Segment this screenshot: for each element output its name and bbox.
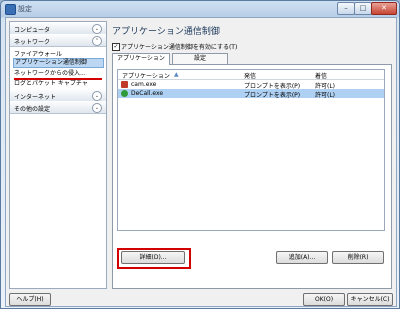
table-row[interactable]: DeCall.exe プロンプトを表示(P) 許可(L) <box>118 89 384 99</box>
maximize-button[interactable]: □ <box>354 2 372 15</box>
column-header-application[interactable]: アプリケーション <box>122 71 170 80</box>
add-button[interactable]: 追加(A)... <box>276 251 328 264</box>
page-title: アプリケーション通信制御 <box>112 27 220 37</box>
settings-window: 設定 – □ ✕ コンピュータ ⌄ ネットワーク ⌃ ファイアウォール アプリケ… <box>0 0 400 309</box>
chevron-up-icon[interactable]: ⌃ <box>92 36 102 46</box>
sidebar-category-label: ネットワーク <box>14 39 51 46</box>
application-list[interactable]: アプリケーション ▲ 発信 着信 cam.exe プロンプトを表示(P) 許可(… <box>117 69 385 231</box>
table-row[interactable]: cam.exe プロンプトを表示(P) 許可(L) <box>118 80 384 90</box>
chevron-down-icon[interactable]: ⌄ <box>92 91 102 101</box>
sort-arrow-icon: ▲ <box>174 71 179 78</box>
main-panel: アプリケーション通信制御 ✓ アプリケーション通信制御を有効にする(T) アプリ… <box>110 21 392 289</box>
chevron-down-icon[interactable]: ⌄ <box>92 24 102 34</box>
chevron-down-icon[interactable]: ⌄ <box>92 103 102 113</box>
tab-panel: アプリケーション ▲ 発信 着信 cam.exe プロンプトを表示(P) 許可(… <box>112 64 392 289</box>
minimize-icon: – <box>344 4 348 12</box>
title-bar: 設定 – □ ✕ <box>1 1 399 16</box>
sidebar-item-log-capture[interactable]: ログとパケット キャプチャ <box>14 78 88 87</box>
cancel-button[interactable]: キャンセル(C) <box>347 293 393 306</box>
dialog-client: コンピュータ ⌄ ネットワーク ⌃ ファイアウォール アプリケーション通信制御 … <box>5 17 397 307</box>
close-icon: ✕ <box>381 4 387 12</box>
minimize-button[interactable]: – <box>337 2 355 15</box>
tab-settings[interactable]: 設定 <box>172 53 228 64</box>
sidebar-category-other[interactable]: その他の設定 ⌄ <box>10 101 106 114</box>
maximize-icon: □ <box>359 4 367 12</box>
list-header: アプリケーション ▲ 発信 着信 <box>118 70 384 80</box>
sidebar-item-firewall[interactable]: ファイアウォール <box>14 49 62 58</box>
tab-applications[interactable]: アプリケーション <box>112 53 170 65</box>
row-outbound[interactable]: プロンプトを表示(P) <box>244 90 300 99</box>
window-title: 設定 <box>18 5 32 13</box>
sidebar-item-app-control[interactable]: アプリケーション通信制御 <box>13 58 104 68</box>
column-header-outbound[interactable]: 発信 <box>244 71 256 80</box>
help-button[interactable]: ヘルプ(H) <box>9 293 51 306</box>
enable-app-control-checkbox[interactable]: ✓ <box>112 43 120 51</box>
row-app-name: DeCall.exe <box>131 90 164 97</box>
checkmark-icon: ✓ <box>113 43 119 50</box>
sidebar-category-label: その他の設定 <box>14 106 51 113</box>
app-icon <box>5 4 16 15</box>
cam-app-icon <box>121 81 128 88</box>
settings-sidebar: コンピュータ ⌄ ネットワーク ⌃ ファイアウォール アプリケーション通信制御 … <box>9 21 107 289</box>
close-button[interactable]: ✕ <box>371 2 397 15</box>
row-app-name: cam.exe <box>131 81 157 88</box>
sidebar-category-label: コンピュータ <box>14 27 51 34</box>
row-inbound[interactable]: 許可(L) <box>315 90 335 99</box>
decall-app-icon <box>121 90 128 97</box>
column-header-inbound[interactable]: 着信 <box>315 71 327 80</box>
sidebar-category-label: インターネット <box>14 94 57 101</box>
ok-button[interactable]: OK(O) <box>303 293 345 306</box>
sidebar-item-intrusion[interactable]: ネットワークからの侵入... <box>14 68 86 77</box>
remove-button[interactable]: 削除(R) <box>332 251 384 264</box>
details-button[interactable]: 詳細(D)... <box>121 251 185 264</box>
sidebar-category-network[interactable]: ネットワーク ⌃ <box>10 34 106 47</box>
enable-app-control-label[interactable]: アプリケーション通信制御を有効にする(T) <box>121 42 237 51</box>
